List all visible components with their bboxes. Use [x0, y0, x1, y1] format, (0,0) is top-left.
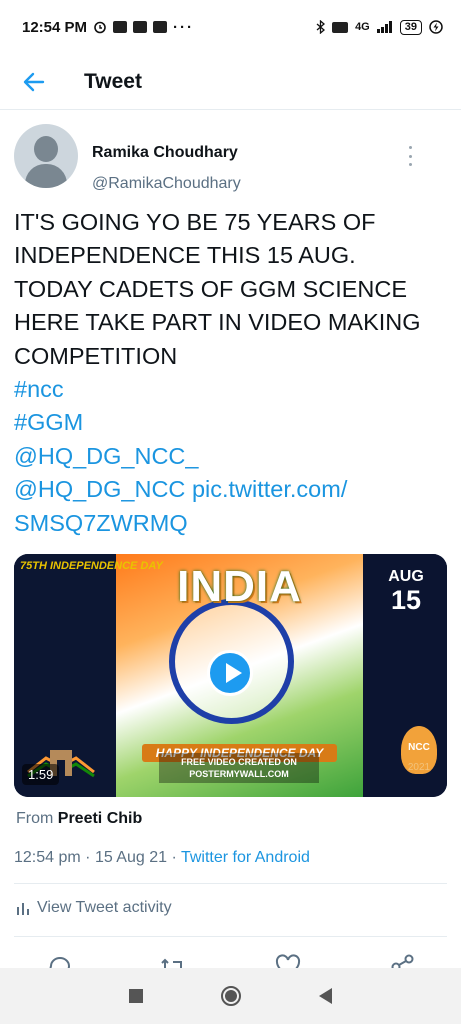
view-activity-link[interactable]: View Tweet activity — [16, 899, 172, 917]
tweet-actions — [0, 952, 461, 968]
tweet-text-line: IT'S GOING YO BE 75 YEARS OF — [14, 209, 376, 235]
home-button[interactable] — [221, 986, 241, 1006]
avatar[interactable] — [14, 124, 78, 188]
avatar-body — [25, 164, 67, 188]
hashtag-link[interactable]: #GGM — [14, 406, 444, 439]
video-title-text: INDIA — [177, 562, 302, 611]
tweet-date: 15 Aug 21 — [94, 849, 168, 866]
home-dot-icon — [225, 990, 237, 1002]
from-attribution: From Preeti Chib — [16, 810, 142, 828]
recents-button[interactable] — [129, 989, 143, 1003]
mention-link[interactable]: @HQ_DG_NCC — [14, 476, 185, 502]
message-icon — [113, 21, 128, 33]
from-name[interactable]: Preeti Chib — [58, 810, 142, 827]
tweet-source-link[interactable]: Twitter for Android — [181, 849, 310, 866]
video-watermark: FREE VIDEO CREATED ON POSTERMYWALL.COM — [159, 753, 319, 783]
divider — [14, 936, 447, 937]
tweet-text-line: TODAY CADETS OF GGM SCIENCE — [14, 275, 408, 302]
ncc-badge-year: 2021 — [407, 762, 431, 773]
view-activity-label: View Tweet activity — [37, 899, 172, 916]
video-player[interactable]: 75TH INDEPENDENCE DAY INDIA AUG 15 HAPPY… — [14, 554, 447, 797]
pic-link[interactable]: pic.twitter.com/ — [192, 476, 347, 502]
signal-icon — [376, 21, 392, 33]
share-icon[interactable] — [388, 952, 418, 968]
back-button[interactable] — [0, 54, 68, 110]
tweet-meta: 12:54 pm · 15 Aug 21 · Twitter for Andro… — [14, 849, 310, 866]
message-icon — [153, 21, 168, 33]
hashtag-link[interactable]: #ncc — [14, 373, 444, 406]
system-nav-bar — [0, 968, 461, 1024]
video-date-label: AUG 15 — [371, 568, 441, 614]
tweet-text: IT'S GOING YO BE 75 YEARS OF INDEPENDENC… — [14, 206, 444, 540]
message-icon — [133, 21, 148, 33]
pic-link-continued[interactable]: SMSQ7ZWRMQ — [14, 507, 444, 540]
system-back-button[interactable] — [319, 988, 332, 1004]
battery-indicator: 39 — [399, 19, 422, 35]
status-bar: 12:54 PM ··· 4G 39 — [0, 0, 461, 54]
top-app-bar: Tweet — [0, 54, 461, 110]
volte-icon — [332, 21, 349, 33]
charging-icon — [429, 20, 443, 34]
reply-icon[interactable] — [45, 952, 75, 968]
more-options-icon[interactable] — [407, 146, 413, 166]
tweet-text-line: HERE TAKE PART IN VIDEO MAKING — [14, 309, 421, 336]
arrow-left-icon — [23, 72, 45, 91]
play-button[interactable] — [207, 650, 253, 696]
bar-chart-icon — [17, 903, 29, 915]
author-name[interactable]: Ramika Choudhary — [92, 144, 238, 162]
avatar-head — [34, 136, 58, 162]
network-type: 4G — [355, 21, 370, 33]
tweet-text-line: COMPETITION — [14, 342, 178, 369]
bluetooth-icon — [316, 20, 326, 34]
status-time: 12:54 PM — [22, 18, 88, 36]
video-month: AUG — [388, 568, 424, 585]
watermark-line: POSTERMYWALL.COM — [189, 769, 289, 779]
more-notifications-icon: ··· — [173, 18, 195, 36]
watermark-line: FREE VIDEO CREATED ON — [181, 757, 297, 767]
from-label: From — [16, 810, 54, 827]
video-duration: 1:59 — [22, 764, 60, 785]
page-title: Tweet — [84, 69, 142, 93]
retweet-icon[interactable] — [158, 952, 188, 968]
author-handle[interactable]: @RamikaChoudhary — [92, 175, 241, 193]
video-day: 15 — [390, 585, 422, 615]
divider — [14, 883, 447, 884]
tweet-text-line: INDEPENDENCE THIS 15 AUG. — [14, 242, 356, 269]
like-icon[interactable] — [273, 952, 303, 968]
mention-link[interactable]: @HQ_DG_NCC_ — [14, 440, 444, 473]
tweet-time: 12:54 pm — [14, 849, 81, 866]
tweet-author: Ramika Choudhary @RamikaChoudhary — [14, 124, 434, 193]
alarm-icon — [94, 21, 106, 34]
